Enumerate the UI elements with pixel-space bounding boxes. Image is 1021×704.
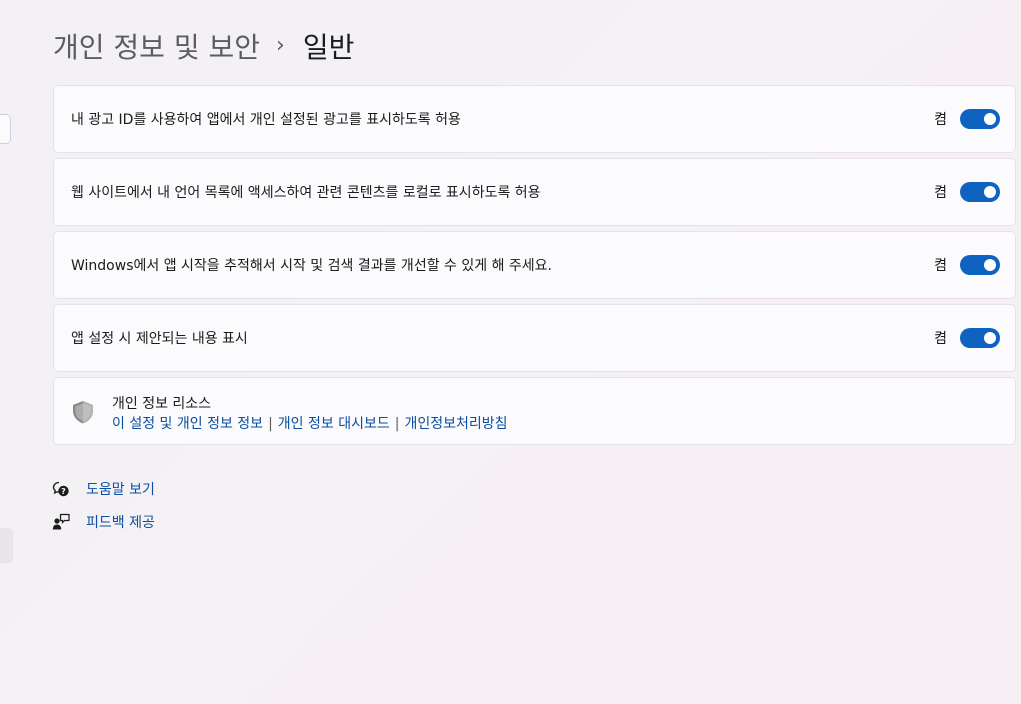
suggested-content-toggle[interactable] <box>960 328 1000 348</box>
breadcrumb: 개인 정보 및 보안 › 일반 <box>53 24 354 68</box>
toggle-knob <box>984 332 996 344</box>
setting-label: 웹 사이트에서 내 언어 목록에 액세스하여 관련 콘텐츠를 로컬로 표시하도록… <box>71 185 541 201</box>
link-separator: | <box>394 416 400 432</box>
privacy-policy-link[interactable]: 개인정보처리방침 <box>404 416 507 432</box>
privacy-resources-card: 개인 정보 리소스 이 설정 및 개인 정보 정보 | 개인 정보 대시보드 | 개인정… <box>53 377 1016 445</box>
toggle-knob <box>984 113 996 125</box>
toggle-state-text: 켬 <box>934 112 947 128</box>
privacy-settings-info-link[interactable]: 이 설정 및 개인 정보 정보 <box>112 416 263 432</box>
sidebar-search-box-edge[interactable] <box>0 114 11 144</box>
shield-icon <box>73 401 93 424</box>
setting-label: 내 광고 ID를 사용하여 앱에서 개인 설정된 광고를 표시하도록 허용 <box>71 112 461 128</box>
setting-card-app-launch-tracking: Windows에서 앱 시작을 추적해서 시작 및 검색 결과를 개선할 수 있… <box>53 231 1016 299</box>
get-help-row[interactable]: ? 도움말 보기 <box>52 478 155 500</box>
get-help-link[interactable]: 도움말 보기 <box>86 479 155 499</box>
setting-card-advertising-id: 내 광고 ID를 사용하여 앱에서 개인 설정된 광고를 표시하도록 허용 켬 <box>53 85 1016 153</box>
feedback-link[interactable]: 피드백 제공 <box>86 512 155 532</box>
privacy-dashboard-link[interactable]: 개인 정보 대시보드 <box>278 416 390 432</box>
breadcrumb-parent-link[interactable]: 개인 정보 및 보안 <box>53 26 260 66</box>
feedback-icon <box>52 513 70 530</box>
app-launch-tracking-toggle[interactable] <box>960 255 1000 275</box>
language-list-toggle[interactable] <box>960 182 1000 202</box>
setting-card-language-list: 웹 사이트에서 내 언어 목록에 액세스하여 관련 콘텐츠를 로컬로 표시하도록… <box>53 158 1016 226</box>
breadcrumb-chevron-icon: › <box>276 32 285 58</box>
advertising-id-toggle[interactable] <box>960 109 1000 129</box>
setting-label: Windows에서 앱 시작을 추적해서 시작 및 검색 결과를 개선할 수 있… <box>71 258 552 274</box>
svg-text:?: ? <box>61 487 66 496</box>
help-chat-icon: ? <box>52 481 69 497</box>
toggle-knob <box>984 259 996 271</box>
toggle-knob <box>984 186 996 198</box>
feedback-row[interactable]: 피드백 제공 <box>52 511 155 533</box>
link-separator: | <box>268 416 273 432</box>
toggle-state-text: 켬 <box>934 185 947 201</box>
page-title: 일반 <box>302 31 355 64</box>
setting-label: 앱 설정 시 제안되는 내용 표시 <box>71 331 248 347</box>
sidebar-selected-item-edge[interactable] <box>0 528 13 563</box>
privacy-resources-links: 이 설정 및 개인 정보 정보 | 개인 정보 대시보드 | 개인정보처리방침 <box>112 413 508 433</box>
toggle-state-text: 켬 <box>934 258 947 274</box>
privacy-resources-title: 개인 정보 리소스 <box>112 396 212 412</box>
toggle-state-text: 켬 <box>934 331 947 347</box>
setting-card-suggested-content: 앱 설정 시 제안되는 내용 표시 켬 <box>53 304 1016 372</box>
